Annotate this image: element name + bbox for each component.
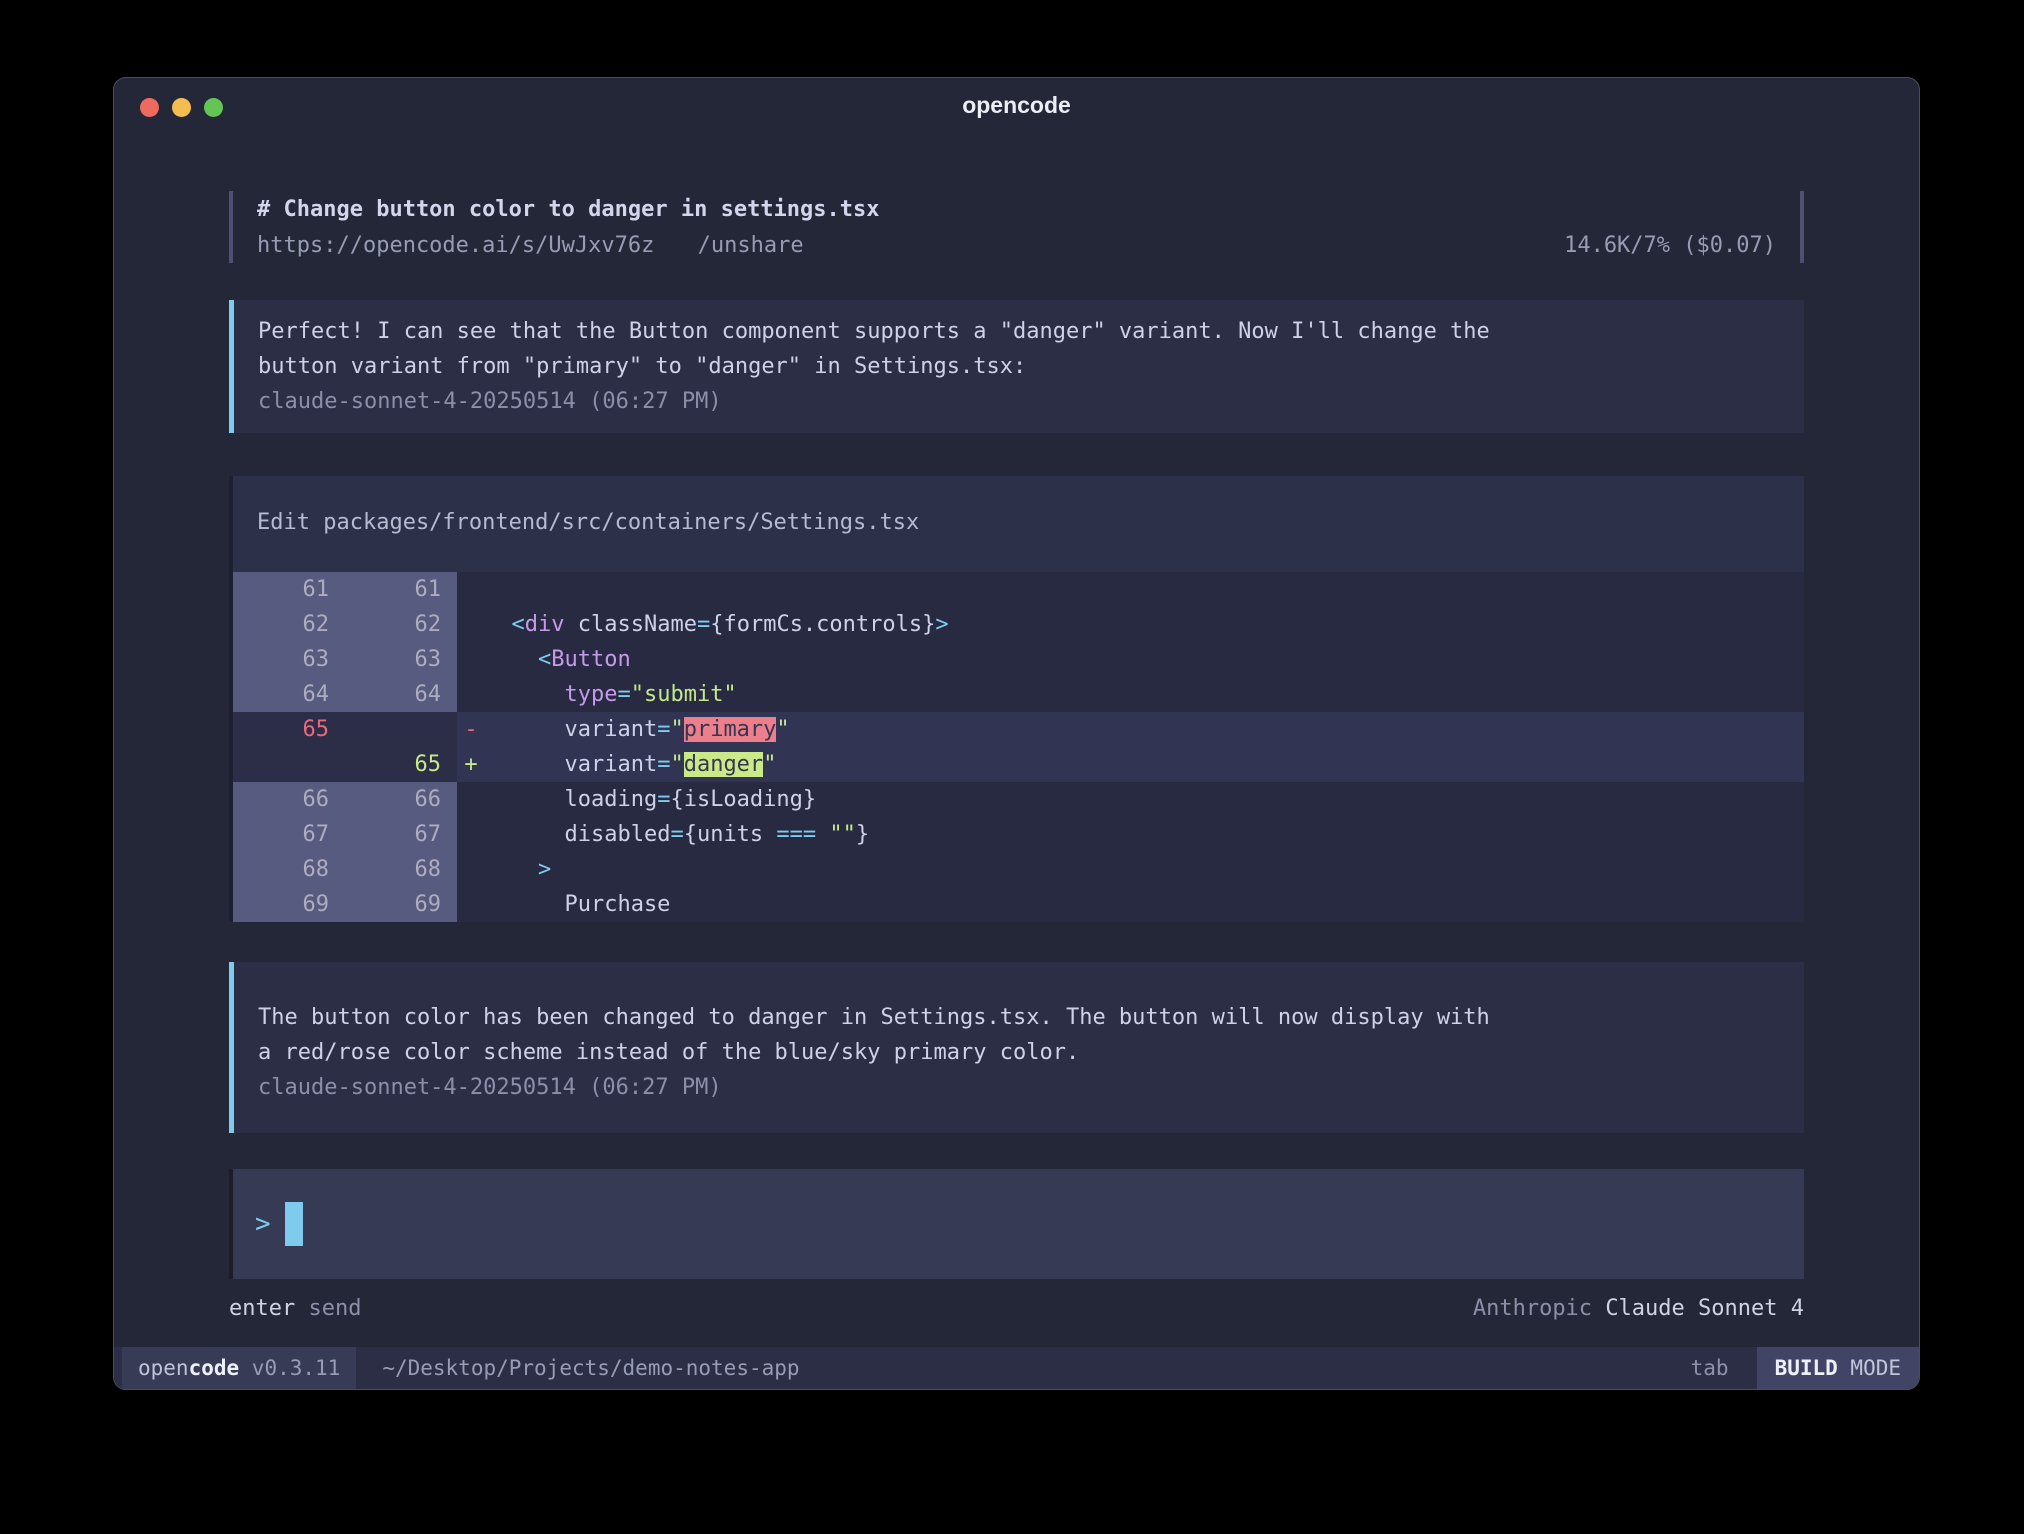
diff-marker [457, 572, 485, 607]
app-version-segment: opencode v0.3.11 [122, 1347, 356, 1389]
send-hint: enter send [229, 1295, 361, 1323]
old-line-number [233, 747, 345, 782]
diff-marker [457, 887, 485, 922]
working-directory: ~/Desktop/Projects/demo-notes-app [382, 1347, 1690, 1389]
diff-row: 65 - variant="primary" [233, 712, 1804, 747]
message-line: Perfect! I can see that the Button compo… [258, 314, 1780, 349]
window-title: opencode [114, 92, 1919, 119]
code-line [485, 572, 1804, 607]
code-line: > [485, 852, 1804, 887]
diff-row: 6666 loading={isLoading} [233, 782, 1804, 817]
new-line-number: 61 [345, 572, 457, 607]
code-line: variant="primary" [485, 712, 1804, 747]
model-timestamp: claude-sonnet-4-20250514 (06:27 PM) [258, 1070, 1780, 1105]
new-line-number: 67 [345, 817, 457, 852]
model-timestamp: claude-sonnet-4-20250514 (06:27 PM) [258, 384, 1780, 419]
main-content: # Change button color to danger in setti… [114, 191, 1919, 1323]
message-line: a red/rose color scheme instead of the b… [258, 1035, 1780, 1070]
code-line: loading={isLoading} [485, 782, 1804, 817]
token-usage: 14.6K/7% ($0.07) [1564, 228, 1776, 264]
old-line-number: 62 [233, 607, 345, 642]
mode-build-label: BUILD [1775, 1356, 1838, 1380]
diff-marker: + [457, 747, 485, 782]
session-title: # Change button color to danger in setti… [257, 192, 1776, 228]
old-line-number: 67 [233, 817, 345, 852]
new-line-number: 62 [345, 607, 457, 642]
prompt-symbol: > [255, 1209, 271, 1239]
new-line-number: 68 [345, 852, 457, 887]
diff-marker: - [457, 712, 485, 747]
enter-key-hint: enter [229, 1296, 295, 1321]
status-bar: opencode v0.3.11 ~/Desktop/Projects/demo… [114, 1347, 1919, 1389]
app-version: v0.3.11 [239, 1356, 340, 1380]
code-line: Purchase [485, 887, 1804, 922]
new-line-number: 63 [345, 642, 457, 677]
app-name-open: open [138, 1356, 189, 1380]
old-line-number: 69 [233, 887, 345, 922]
provider-label: Anthropic [1473, 1296, 1592, 1321]
model-indicator: Anthropic Claude Sonnet 4 [1473, 1295, 1804, 1323]
tab-key-hint[interactable]: tab [1691, 1347, 1729, 1389]
build-mode-segment: BUILD MODE [1757, 1347, 1919, 1389]
diff-marker [457, 852, 485, 887]
assistant-message-1: Perfect! I can see that the Button compo… [229, 300, 1804, 433]
diff-marker [457, 817, 485, 852]
diff-marker [457, 677, 485, 712]
prompt-input[interactable]: > [229, 1169, 1804, 1279]
old-line-number: 68 [233, 852, 345, 887]
new-line-number: 65 [345, 747, 457, 782]
diff-row: 6868 > [233, 852, 1804, 887]
diff-row: 65+ variant="danger" [233, 747, 1804, 782]
code-line: <div className={formCs.controls}> [485, 607, 1804, 642]
diff-row: 6363 <Button [233, 642, 1804, 677]
code-line: type="submit" [485, 677, 1804, 712]
share-url-link[interactable]: https://opencode.ai/s/UwJxv76z [257, 233, 654, 258]
title-bar: opencode [114, 78, 1919, 134]
session-header: # Change button color to danger in setti… [229, 191, 1804, 263]
opencode-window: opencode # Change button color to danger… [113, 77, 1920, 1390]
diff-row: 6161 [233, 572, 1804, 607]
diff-marker [457, 607, 485, 642]
old-line-number: 63 [233, 642, 345, 677]
diff-marker [457, 782, 485, 817]
new-line-number [345, 712, 457, 747]
new-line-number: 64 [345, 677, 457, 712]
new-line-number: 69 [345, 887, 457, 922]
old-line-number: 66 [233, 782, 345, 817]
diff-row: 6262 <div className={formCs.controls}> [233, 607, 1804, 642]
diff-table: 61616262 <div className={formCs.controls… [233, 572, 1804, 922]
code-line: <Button [485, 642, 1804, 677]
diff-row: 6464 type="submit" [233, 677, 1804, 712]
send-action-label: send [308, 1296, 361, 1321]
message-line: button variant from "primary" to "danger… [258, 349, 1780, 384]
edit-file-path: Edit packages/frontend/src/containers/Se… [233, 506, 1804, 540]
unshare-command[interactable]: /unshare [698, 233, 804, 258]
session-meta-row: https://opencode.ai/s/UwJxv76z /unshare … [257, 228, 1776, 264]
code-line: variant="danger" [485, 747, 1804, 782]
mode-word-label: MODE [1838, 1356, 1901, 1380]
text-cursor [285, 1202, 303, 1246]
assistant-message-2: The button color has been changed to dan… [229, 962, 1804, 1133]
old-line-number: 65 [233, 712, 345, 747]
share-links: https://opencode.ai/s/UwJxv76z /unshare [257, 228, 804, 264]
diff-row: 6969 Purchase [233, 887, 1804, 922]
hint-row: enter send Anthropic Claude Sonnet 4 [229, 1295, 1804, 1323]
code-line: disabled={units === ""} [485, 817, 1804, 852]
diff-marker [457, 642, 485, 677]
new-line-number: 66 [345, 782, 457, 817]
model-name-label: Claude Sonnet 4 [1605, 1296, 1804, 1321]
edit-tool-block: Edit packages/frontend/src/containers/Se… [229, 476, 1804, 922]
old-line-number: 64 [233, 677, 345, 712]
diff-row: 6767 disabled={units === ""} [233, 817, 1804, 852]
message-line: The button color has been changed to dan… [258, 1000, 1780, 1035]
app-name-code: code [189, 1356, 240, 1380]
old-line-number: 61 [233, 572, 345, 607]
